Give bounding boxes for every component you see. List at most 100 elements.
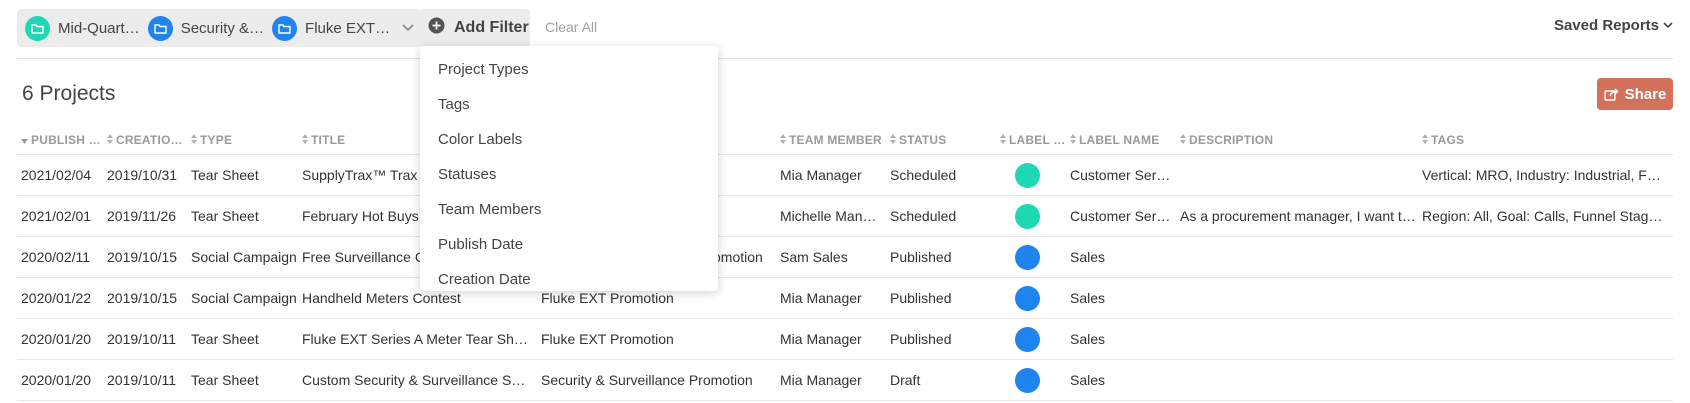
share-icon bbox=[1603, 88, 1625, 101]
cell-type: Tear Sheet bbox=[191, 208, 259, 224]
cell-label-name: Customer Serv… bbox=[1070, 208, 1175, 224]
filter-chip[interactable]: Mid-Quart… bbox=[25, 9, 140, 47]
cell-type: Tear Sheet bbox=[191, 331, 259, 347]
sort-icon bbox=[1000, 133, 1006, 147]
page-title: 6 Projects bbox=[22, 82, 116, 105]
chevron-down-icon[interactable] bbox=[402, 24, 414, 32]
column-header-label: STATUS bbox=[899, 133, 947, 147]
cell-publish-date: 2020/01/20 bbox=[21, 331, 92, 347]
table-row[interactable]: 2020/01/20 2019/10/11 Tear Sheet Fluke E… bbox=[17, 319, 1673, 360]
sort-icon bbox=[890, 133, 896, 147]
cell-label-name: Sales bbox=[1070, 331, 1106, 347]
cell-creation-date: 2019/11/26 bbox=[107, 208, 177, 224]
column-header-publish[interactable]: PUBLISH … bbox=[21, 133, 101, 147]
cell-title: Fluke EXT Series A Meter Tear Sheet bbox=[302, 331, 532, 347]
cell-label-name: Sales bbox=[1070, 290, 1106, 306]
menu-item-tags[interactable]: Tags bbox=[420, 87, 718, 122]
table-row[interactable]: 2021/02/01 2019/11/26 Tear Sheet Februar… bbox=[17, 196, 1673, 237]
table-row[interactable]: 2020/02/11 2019/10/15 Social Campaign Fr… bbox=[17, 237, 1673, 278]
table-row[interactable]: 2021/02/04 2019/10/31 Tear Sheet SupplyT… bbox=[17, 155, 1673, 196]
filter-bar: Mid-Quart… Security &… Fluke EXT… bbox=[17, 9, 423, 47]
filter-chip-label: Fluke EXT… bbox=[305, 19, 391, 37]
cell-type: Social Campaign bbox=[191, 290, 297, 306]
column-header-status[interactable]: STATUS bbox=[890, 133, 990, 147]
table-header: PUBLISH … CREATIO… TYPE TITLE TEAM MEMBE… bbox=[17, 125, 1673, 155]
filter-chip[interactable]: Fluke EXT… bbox=[272, 9, 390, 47]
cell-team-member: Mia Manager bbox=[780, 290, 862, 306]
share-button[interactable]: Share bbox=[1597, 78, 1673, 110]
cell-team-member: Mia Manager bbox=[780, 167, 862, 183]
cell-campaign: Security & Surveillance Promotion bbox=[541, 372, 753, 388]
folder-icon bbox=[272, 15, 298, 41]
cell-team-member: Mia Manager bbox=[780, 331, 862, 347]
chevron-down-icon bbox=[1663, 22, 1673, 29]
folder-icon bbox=[147, 15, 173, 41]
cell-type: Tear Sheet bbox=[191, 167, 259, 183]
color-label-dot bbox=[1015, 163, 1040, 188]
saved-reports-dropdown[interactable]: Saved Reports bbox=[1554, 17, 1673, 34]
menu-item-project-types[interactable]: Project Types bbox=[420, 52, 718, 87]
cell-team-member: Michelle Mana… bbox=[780, 208, 882, 224]
cell-team-member: Sam Sales bbox=[780, 249, 848, 265]
column-header-label: CREATIO… bbox=[116, 133, 183, 147]
sort-icon bbox=[1180, 133, 1186, 147]
column-header-tags[interactable]: TAGS bbox=[1422, 133, 1667, 147]
cell-creation-date: 2019/10/31 bbox=[107, 167, 178, 183]
cell-description: As a procurement manager, I want to… bbox=[1180, 208, 1417, 224]
cell-tags: Region: All, Goal: Calls, Funnel Stage… bbox=[1422, 208, 1667, 224]
cell-label-name: Sales bbox=[1070, 249, 1106, 265]
column-header-creation[interactable]: CREATIO… bbox=[107, 133, 187, 147]
cell-publish-date: 2020/02/11 bbox=[21, 249, 91, 265]
column-header-label: LABEL NAME bbox=[1079, 133, 1160, 147]
cell-publish-date: 2020/01/20 bbox=[21, 372, 92, 388]
menu-item-statuses[interactable]: Statuses bbox=[420, 157, 718, 192]
cell-publish-date: 2020/01/22 bbox=[21, 290, 92, 306]
menu-item-publish-date[interactable]: Publish Date bbox=[420, 227, 718, 262]
cell-status: Published bbox=[890, 331, 952, 347]
plus-circle-icon bbox=[428, 17, 445, 39]
saved-reports-label: Saved Reports bbox=[1553, 17, 1659, 34]
cell-type: Social Campaign bbox=[191, 249, 297, 265]
color-label-dot bbox=[1015, 368, 1040, 393]
share-label: Share bbox=[1624, 85, 1667, 103]
column-header-label-color[interactable]: LABEL … bbox=[1000, 133, 1066, 147]
column-header-label: TITLE bbox=[311, 133, 346, 147]
divider bbox=[17, 58, 1673, 59]
cell-creation-date: 2019/10/15 bbox=[107, 249, 178, 265]
add-filter-menu: Project Types Tags Color Labels Statuses… bbox=[420, 46, 718, 291]
folder-icon bbox=[25, 15, 50, 41]
sort-icon bbox=[780, 133, 786, 147]
column-header-type[interactable]: TYPE bbox=[191, 133, 297, 147]
cell-publish-date: 2021/02/04 bbox=[21, 167, 92, 183]
cell-label-name: Sales bbox=[1070, 372, 1106, 388]
sort-icon bbox=[107, 133, 113, 147]
column-header-label: LABEL … bbox=[1009, 133, 1066, 147]
cell-type: Tear Sheet bbox=[191, 372, 259, 388]
table-row[interactable]: 2020/01/22 2019/10/15 Social Campaign Ha… bbox=[17, 278, 1673, 319]
color-label-dot bbox=[1015, 286, 1040, 311]
table-row[interactable]: 2020/01/20 2019/10/11 Tear Sheet Custom … bbox=[17, 360, 1673, 401]
filter-chip-label: Mid-Quart… bbox=[58, 19, 140, 37]
filter-chip[interactable]: Security &… bbox=[147, 9, 265, 47]
cell-creation-date: 2019/10/11 bbox=[107, 331, 177, 347]
cell-tags: Vertical: MRO, Industry: Industrial, Fu… bbox=[1422, 167, 1667, 183]
sort-icon bbox=[1422, 133, 1428, 147]
menu-item-color-labels[interactable]: Color Labels bbox=[420, 122, 718, 157]
cell-status: Scheduled bbox=[890, 167, 957, 183]
cell-status: Scheduled bbox=[890, 208, 957, 224]
color-label-dot bbox=[1015, 245, 1040, 270]
clear-all-link[interactable]: Clear All bbox=[545, 19, 597, 35]
add-filter-button[interactable]: Add Filter bbox=[420, 9, 530, 47]
column-header-description[interactable]: DESCRIPTION bbox=[1180, 133, 1417, 147]
filter-chip-label: Security &… bbox=[180, 19, 265, 37]
column-header-team-member[interactable]: TEAM MEMBER bbox=[780, 133, 882, 147]
column-header-label: TAGS bbox=[1431, 133, 1465, 147]
color-label-dot bbox=[1015, 204, 1040, 229]
cell-title: Custom Security & Surveillance Servi… bbox=[302, 372, 532, 388]
sort-desc-icon bbox=[21, 133, 28, 147]
menu-item-team-members[interactable]: Team Members bbox=[420, 192, 718, 227]
menu-item-creation-date[interactable]: Creation Date bbox=[420, 262, 718, 297]
active-filters: Mid-Quart… Security &… Fluke EXT… bbox=[17, 9, 423, 47]
column-header-label: DESCRIPTION bbox=[1189, 133, 1274, 147]
column-header-label-name[interactable]: LABEL NAME bbox=[1070, 133, 1175, 147]
